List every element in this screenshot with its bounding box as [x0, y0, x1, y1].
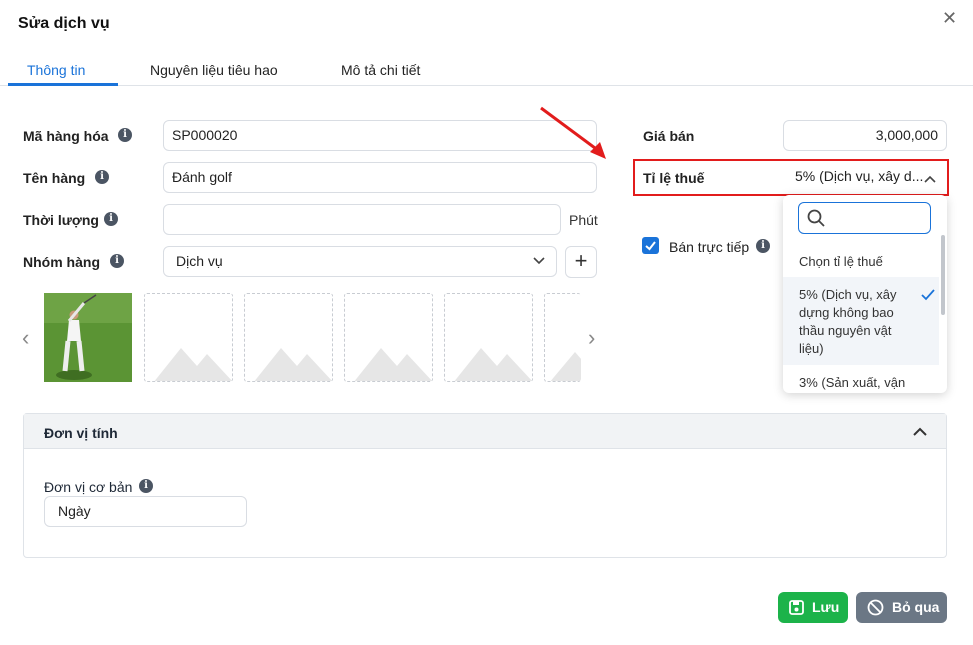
chevron-up-icon[interactable]	[913, 427, 927, 436]
info-icon[interactable]: i	[104, 212, 118, 226]
name-input[interactable]: Đánh golf	[163, 162, 597, 193]
dropdown-search-input[interactable]	[798, 202, 931, 234]
chevron-right-icon[interactable]: ›	[588, 325, 595, 351]
image-placeholder-icon	[354, 348, 432, 381]
image-placeholder[interactable]	[444, 293, 533, 382]
image-placeholder-icon	[254, 348, 332, 381]
group-select-value: Dịch vụ	[176, 253, 223, 269]
save-label: Lưu	[812, 599, 840, 615]
info-icon[interactable]: i	[139, 479, 153, 493]
duration-label: Thời lượng	[23, 212, 99, 228]
ban-icon	[867, 599, 884, 616]
info-icon[interactable]: i	[756, 239, 770, 253]
dialog-title: Sửa dịch vụ	[18, 15, 110, 32]
image-placeholder-icon	[550, 352, 581, 381]
cancel-label: Bỏ qua	[892, 599, 940, 615]
tab-consumables[interactable]: Nguyên liệu tiêu hao	[150, 62, 278, 78]
direct-sale-checkbox[interactable]	[642, 237, 659, 254]
name-label: Tên hàng	[23, 170, 86, 186]
price-label: Giá bán	[643, 128, 695, 144]
duration-input[interactable]	[163, 204, 561, 235]
unit-section-header[interactable]: Đơn vị tính	[24, 414, 946, 449]
image-placeholder[interactable]	[344, 293, 433, 382]
base-unit-input[interactable]: Ngày	[44, 496, 247, 527]
info-icon[interactable]: i	[118, 128, 132, 142]
image-placeholder-icon	[454, 348, 532, 381]
code-label: Mã hàng hóa	[23, 128, 109, 144]
price-input[interactable]: 3,000,000	[783, 120, 947, 151]
check-icon	[921, 289, 935, 301]
info-icon[interactable]: i	[110, 254, 124, 268]
cancel-button[interactable]: Bỏ qua	[856, 592, 947, 623]
tab-info[interactable]: Thông tin	[27, 62, 85, 78]
tab-description[interactable]: Mô tả chi tiết	[341, 62, 420, 78]
dropdown-option[interactable]: 3% (Sản xuất, vận	[799, 374, 919, 392]
search-icon	[807, 209, 825, 227]
save-icon	[789, 600, 804, 615]
service-photo[interactable]	[44, 293, 132, 382]
chevron-left-icon[interactable]: ‹	[22, 325, 29, 351]
unit-section-title: Đơn vị tính	[44, 425, 118, 441]
highlight-box	[633, 159, 949, 196]
base-unit-label: Đơn vị cơ bản	[44, 479, 133, 495]
group-label: Nhóm hàng	[23, 254, 100, 270]
dropdown-scrollbar[interactable]	[941, 235, 945, 315]
dropdown-option[interactable]: Chọn tỉ lệ thuế	[799, 253, 919, 271]
add-group-button[interactable]: +	[565, 246, 597, 278]
image-placeholder[interactable]	[144, 293, 233, 382]
tab-bar: Thông tin Nguyên liệu tiêu hao Mô tả chi…	[0, 56, 973, 86]
save-button[interactable]: Lưu	[778, 592, 848, 623]
duration-unit: Phút	[569, 212, 598, 228]
code-input[interactable]: SP000020	[163, 120, 597, 151]
image-placeholder[interactable]	[244, 293, 333, 382]
info-icon[interactable]: i	[95, 170, 109, 184]
golfer-image	[44, 293, 132, 382]
image-placeholder-icon	[154, 348, 232, 381]
checkmark-icon	[645, 241, 656, 251]
unit-section: Đơn vị tính Đơn vị cơ bản i Ngày	[23, 413, 947, 558]
active-tab-indicator	[8, 83, 118, 86]
image-placeholder[interactable]	[544, 293, 581, 382]
close-icon[interactable]: ✕	[942, 8, 957, 29]
direct-sale-label: Bán trực tiếp	[669, 239, 750, 255]
annotation-arrow	[540, 106, 606, 159]
tax-dropdown: Chọn tỉ lệ thuế 5% (Dịch vụ, xây dựng kh…	[783, 195, 947, 393]
dropdown-option-selected[interactable]: 5% (Dịch vụ, xây dựng không bao thầu ngu…	[799, 286, 919, 358]
chevron-down-icon	[533, 257, 545, 265]
group-select[interactable]: Dịch vụ	[163, 246, 557, 277]
